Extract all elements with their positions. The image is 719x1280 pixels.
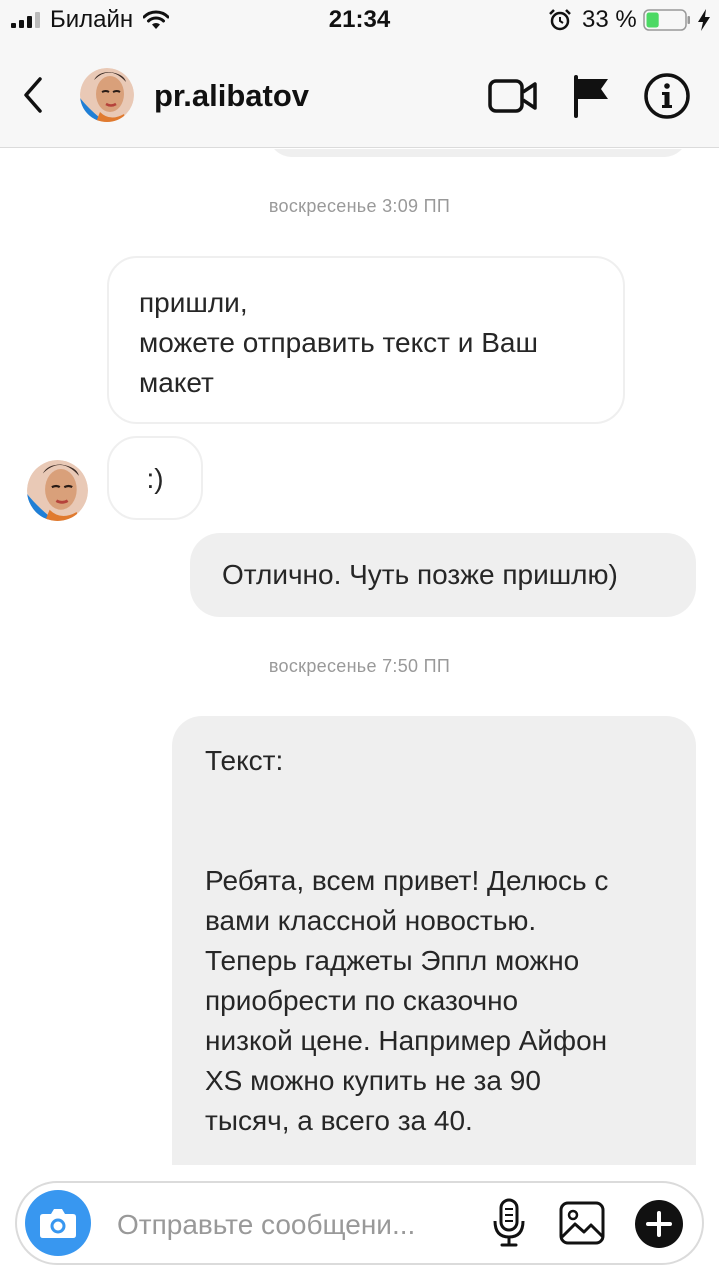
chevron-left-icon[interactable] xyxy=(18,75,50,115)
message-input[interactable] xyxy=(117,1205,477,1245)
avatar[interactable] xyxy=(80,68,134,122)
message-timestamp: воскресенье 3:09 ПП xyxy=(268,196,451,216)
camera-icon xyxy=(40,1209,76,1238)
previous-message-bubble xyxy=(268,149,688,157)
info-icon[interactable] xyxy=(643,72,691,120)
camera-button[interactable] xyxy=(25,1190,91,1256)
outgoing-message[interactable]: Отлично. Чуть позже пришлю) xyxy=(190,533,696,617)
alarm-icon xyxy=(549,9,571,31)
message-composer xyxy=(15,1181,704,1265)
message-text: :) xyxy=(146,463,164,494)
plus-icon[interactable] xyxy=(634,1199,684,1249)
microphone-icon[interactable] xyxy=(489,1197,529,1249)
status-bar: Билайн 21:34 33 % xyxy=(0,0,719,40)
conversation-username[interactable]: pr.alibatov xyxy=(154,78,309,114)
battery-icon xyxy=(643,9,690,31)
charging-bolt-icon xyxy=(698,9,710,31)
message-text: Текст: Ребята, всем привет! Делюсь с вам… xyxy=(205,745,609,1136)
incoming-message[interactable]: :) xyxy=(107,436,203,520)
conversation-header: pr.alibatov xyxy=(0,40,719,148)
outgoing-message[interactable]: Текст: Ребята, всем привет! Делюсь с вам… xyxy=(172,716,696,1165)
message-thread[interactable]: воскресенье 3:09 ПП пришли, можете отпра… xyxy=(0,149,719,1165)
sender-avatar[interactable] xyxy=(27,460,88,521)
image-icon[interactable] xyxy=(557,1197,607,1249)
message-text: пришли, можете отправить текст и Ваш мак… xyxy=(139,287,538,398)
battery-percent: 33 % xyxy=(582,6,637,33)
incoming-message[interactable]: пришли, можете отправить текст и Ваш мак… xyxy=(107,256,625,424)
message-timestamp: воскресенье 7:50 ПП xyxy=(268,656,451,676)
message-text: Отлично. Чуть позже пришлю) xyxy=(222,559,618,590)
video-camera-icon[interactable] xyxy=(487,76,539,116)
flag-icon[interactable] xyxy=(571,74,611,118)
